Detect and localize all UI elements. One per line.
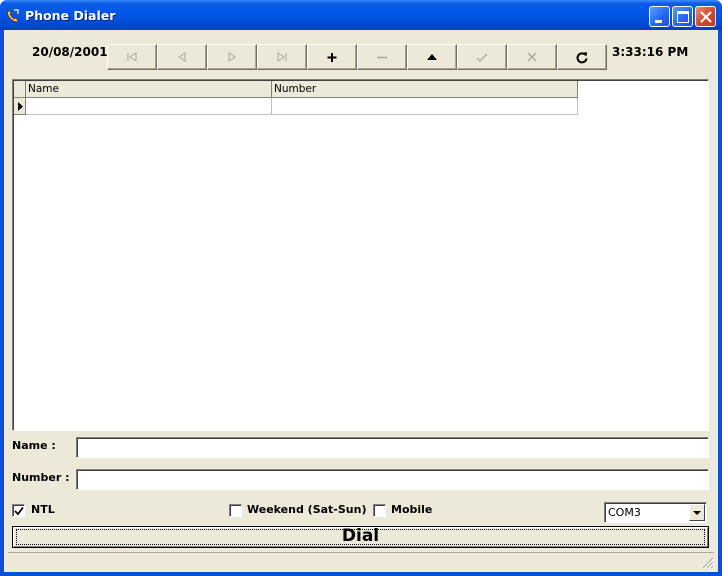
last-icon [277,52,287,62]
next-record-button[interactable] [207,44,257,70]
up-triangle-icon [427,54,437,60]
refresh-icon [576,52,588,64]
column-header-label: Number [274,83,317,95]
name-label: Name : [12,439,56,452]
insert-record-button[interactable] [307,44,357,70]
ntl-label: NTL [31,503,55,516]
window-title: Phone Dialer [25,8,116,23]
chevron-down-icon [693,511,701,515]
time-display: 3:33:16 PM [612,45,689,59]
minus-icon [377,56,387,59]
cell-name[interactable] [26,98,272,115]
minimize-button[interactable] [649,6,670,27]
phone-dialer-window: Phone Dialer 20/08/2001 3:33:16 PM Name … [0,0,722,576]
date-display: 20/08/2001 [32,45,108,59]
client-area: 20/08/2001 3:33:16 PM Name Number Name:… [4,30,718,572]
status-bar [8,552,714,569]
checkmark-icon [14,506,24,516]
post-record-button[interactable] [457,44,507,70]
checkmark-icon [476,53,488,62]
maximize-button[interactable] [672,6,693,27]
name-input[interactable] [77,438,708,457]
contacts-grid[interactable]: Name Number [12,79,709,431]
close-icon [700,11,712,23]
grid-header-number[interactable]: Number [272,81,578,98]
title-bar[interactable]: Phone Dialer [0,0,722,30]
last-record-button[interactable] [257,44,307,70]
grid-corner [14,81,26,98]
grid-header-name[interactable]: Name [26,81,272,98]
x-icon [527,52,537,62]
dial-button[interactable]: Dial [12,526,709,548]
maximize-icon [677,11,689,23]
close-button[interactable] [695,6,716,27]
com-port-select[interactable]: COM3 [604,502,707,523]
number-label: Number : [12,471,70,484]
ntl-checkbox[interactable] [12,504,25,517]
first-record-button[interactable] [107,44,157,70]
row-indicator[interactable] [14,98,26,115]
column-header-label: Name [28,83,59,95]
current-row-arrow-icon [18,102,23,111]
cancel-record-button[interactable] [507,44,557,70]
name-field-box [76,437,709,458]
mobile-label: Mobile [391,503,433,516]
edit-record-button[interactable] [407,44,457,70]
first-icon [127,52,137,62]
next-icon [228,52,236,62]
minimize-icon [655,20,662,23]
weekend-label: Weekend (Sat-Sun) [247,503,367,516]
refresh-button[interactable] [557,44,607,70]
weekend-checkbox[interactable] [229,504,242,517]
dropdown-button[interactable] [689,504,705,521]
delete-record-button[interactable] [357,44,407,70]
phone-app-icon [7,9,19,23]
com-port-value: COM3 [608,506,641,519]
cell-number[interactable] [272,98,578,115]
number-input[interactable] [77,470,708,489]
plus-icon [327,53,337,62]
mobile-checkbox[interactable] [373,504,386,517]
focus-rectangle [16,529,705,545]
number-field-box [76,469,709,490]
prior-record-button[interactable] [157,44,207,70]
resize-grip-icon[interactable] [702,557,714,569]
prior-icon [178,52,186,62]
